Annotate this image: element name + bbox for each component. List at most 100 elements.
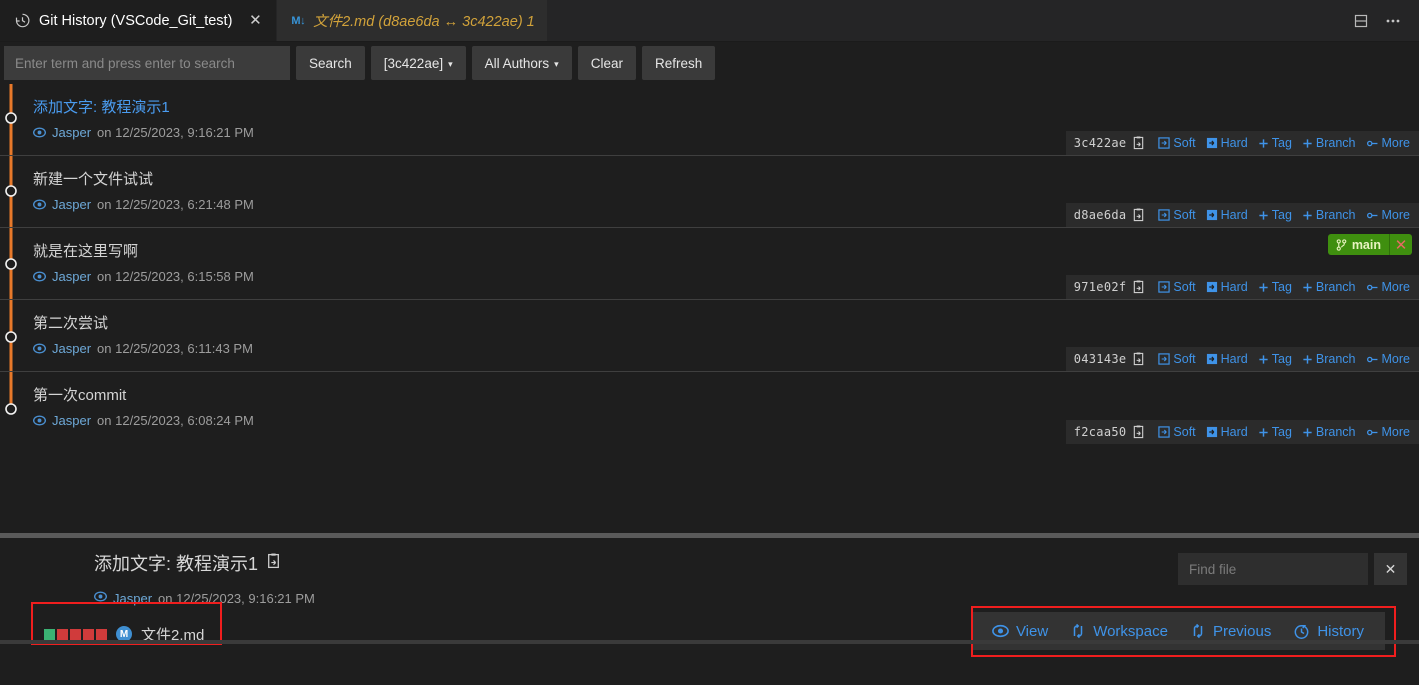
tab-close-icon[interactable]: ✕: [246, 12, 264, 30]
commit-actions: d8ae6da Soft Hard Tag Branch More: [1065, 203, 1419, 227]
hard-reset-label: Hard: [1220, 352, 1248, 366]
find-file-input[interactable]: [1178, 553, 1368, 585]
commit-hash: 3c422ae: [1073, 136, 1127, 150]
copy-icon[interactable]: [1132, 136, 1145, 150]
add-branch-label: Branch: [1315, 352, 1356, 366]
details-date: on 12/25/2023, 9:16:21 PM: [158, 590, 315, 606]
previous-button[interactable]: Previous: [1179, 623, 1282, 640]
diff-square-removed: [70, 628, 81, 640]
branch-badge-group: main ✕: [1327, 234, 1412, 255]
more-button[interactable]: More: [1361, 425, 1415, 439]
horizontal-scrollbar[interactable]: [0, 640, 1419, 644]
soft-reset-button[interactable]: Soft: [1153, 208, 1200, 222]
view-button[interactable]: View: [981, 623, 1059, 640]
details-author: Jasper: [113, 590, 153, 606]
add-branch-button[interactable]: Branch: [1297, 352, 1361, 366]
commit-meta: Jasper on 12/25/2023, 6:21:48 PM: [32, 197, 254, 212]
add-branch-button[interactable]: Branch: [1297, 280, 1361, 294]
close-icon[interactable]: ✕: [1389, 234, 1412, 255]
commit-meta: Jasper on 12/25/2023, 6:08:24 PM: [32, 413, 254, 428]
split-editor-icon[interactable]: [1347, 7, 1375, 35]
commit-row[interactable]: 新建一个文件试试 Jasper on 12/25/2023, 6:21:48 P…: [0, 156, 1419, 228]
commit-subject[interactable]: 第一次commit: [33, 384, 126, 405]
commit-row[interactable]: 添加文字: 教程演示1 Jasper on 12/25/2023, 9:16:2…: [0, 84, 1419, 156]
add-tag-label: Tag: [1271, 425, 1292, 439]
history-button[interactable]: History: [1282, 623, 1375, 640]
add-tag-button[interactable]: Tag: [1253, 208, 1297, 222]
chevron-down-icon: ▾: [554, 58, 559, 69]
compare-icon: [1073, 623, 1083, 639]
workspace-button[interactable]: Workspace: [1059, 623, 1179, 640]
history-label: History: [1317, 622, 1364, 640]
copy-icon[interactable]: [1132, 352, 1145, 366]
commit-subject[interactable]: 就是在这里写啊: [33, 240, 138, 261]
commit-row[interactable]: 第一次commit Jasper on 12/25/2023, 6:08:24 …: [0, 372, 1419, 444]
diff-stat-squares: [44, 628, 107, 640]
copy-icon[interactable]: [1132, 280, 1145, 294]
commit-actions: 043143e Soft Hard Tag Branch More: [1065, 347, 1419, 371]
search-input[interactable]: [4, 46, 290, 80]
soft-reset-label: Soft: [1173, 425, 1196, 439]
commit-date: on 12/25/2023, 9:16:21 PM: [97, 125, 254, 140]
branch-filter-dropdown[interactable]: [3c422ae] ▾: [370, 46, 466, 80]
add-branch-button[interactable]: Branch: [1297, 425, 1361, 439]
more-button[interactable]: More: [1361, 352, 1415, 366]
add-branch-label: Branch: [1315, 208, 1356, 222]
diff-square-removed: [83, 628, 94, 640]
clear-button[interactable]: Clear: [577, 46, 636, 80]
commit-row[interactable]: 就是在这里写啊 Jasper on 12/25/2023, 6:15:58 PM: [0, 228, 1419, 300]
commit-subject[interactable]: 第二次尝试: [33, 312, 108, 333]
commit-details-panel: 添加文字: 教程演示1 Jasper on 12/25/2023, 9:16:2…: [0, 538, 1419, 685]
tab-diff-file[interactable]: M↓ 文件2.md (d8ae6da ↔ 3c422ae) 1: [277, 0, 548, 41]
add-tag-button[interactable]: Tag: [1253, 136, 1297, 150]
commit-actions: f2caa50 Soft Hard Tag Branch More: [1065, 420, 1419, 444]
more-button[interactable]: More: [1361, 136, 1415, 150]
copy-icon[interactable]: [266, 553, 281, 574]
diff-square-removed: [57, 628, 68, 640]
more-button[interactable]: More: [1361, 280, 1415, 294]
commit-meta: Jasper on 12/25/2023, 9:16:21 PM: [32, 125, 254, 140]
commit-author: Jasper: [52, 413, 92, 428]
more-button[interactable]: More: [1361, 208, 1415, 222]
status-badge[interactable]: main: [1327, 234, 1389, 255]
add-branch-button[interactable]: Branch: [1297, 208, 1361, 222]
add-tag-label: Tag: [1271, 352, 1292, 366]
refresh-button[interactable]: Refresh: [641, 46, 716, 80]
hard-reset-button[interactable]: Hard: [1201, 280, 1253, 294]
copy-icon[interactable]: [1132, 425, 1145, 439]
add-tag-button[interactable]: Tag: [1253, 352, 1297, 366]
close-icon[interactable]: ✕: [1374, 553, 1407, 585]
add-tag-button[interactable]: Tag: [1253, 425, 1297, 439]
scrollbar-thumb[interactable]: [0, 640, 1419, 644]
more-actions-icon[interactable]: [1379, 7, 1407, 35]
commit-author: Jasper: [52, 269, 92, 284]
hard-reset-button[interactable]: Hard: [1201, 352, 1253, 366]
soft-reset-label: Soft: [1173, 208, 1196, 222]
details-title-text: 添加文字: 教程演示1: [94, 554, 259, 574]
hard-reset-label: Hard: [1220, 208, 1248, 222]
add-branch-label: Branch: [1315, 425, 1356, 439]
commit-row[interactable]: 第二次尝试 Jasper on 12/25/2023, 6:11:43 PM 0…: [0, 300, 1419, 372]
previous-label: Previous: [1212, 622, 1272, 640]
hard-reset-button[interactable]: Hard: [1201, 425, 1253, 439]
add-tag-button[interactable]: Tag: [1253, 280, 1297, 294]
soft-reset-button[interactable]: Soft: [1153, 425, 1200, 439]
soft-reset-button[interactable]: Soft: [1153, 352, 1200, 366]
soft-reset-button[interactable]: Soft: [1153, 136, 1200, 150]
copy-icon[interactable]: [1132, 208, 1145, 222]
more-label: More: [1381, 280, 1410, 294]
add-branch-button[interactable]: Branch: [1297, 136, 1361, 150]
hard-reset-label: Hard: [1220, 425, 1248, 439]
soft-reset-label: Soft: [1173, 280, 1196, 294]
soft-reset-button[interactable]: Soft: [1153, 280, 1200, 294]
commit-date: on 12/25/2023, 6:08:24 PM: [97, 413, 254, 428]
authors-filter-dropdown[interactable]: All Authors ▾: [471, 46, 572, 80]
commit-subject[interactable]: 添加文字: 教程演示1: [33, 96, 170, 117]
search-button[interactable]: Search: [296, 46, 365, 80]
tab-git-history[interactable]: Git History (VSCode_Git_test) ✕: [0, 0, 278, 41]
branch-filter-label: [3c422ae]: [383, 55, 444, 71]
hard-reset-button[interactable]: Hard: [1201, 136, 1253, 150]
hard-reset-button[interactable]: Hard: [1201, 208, 1253, 222]
soft-reset-label: Soft: [1173, 136, 1196, 150]
commit-subject[interactable]: 新建一个文件试试: [33, 168, 153, 189]
